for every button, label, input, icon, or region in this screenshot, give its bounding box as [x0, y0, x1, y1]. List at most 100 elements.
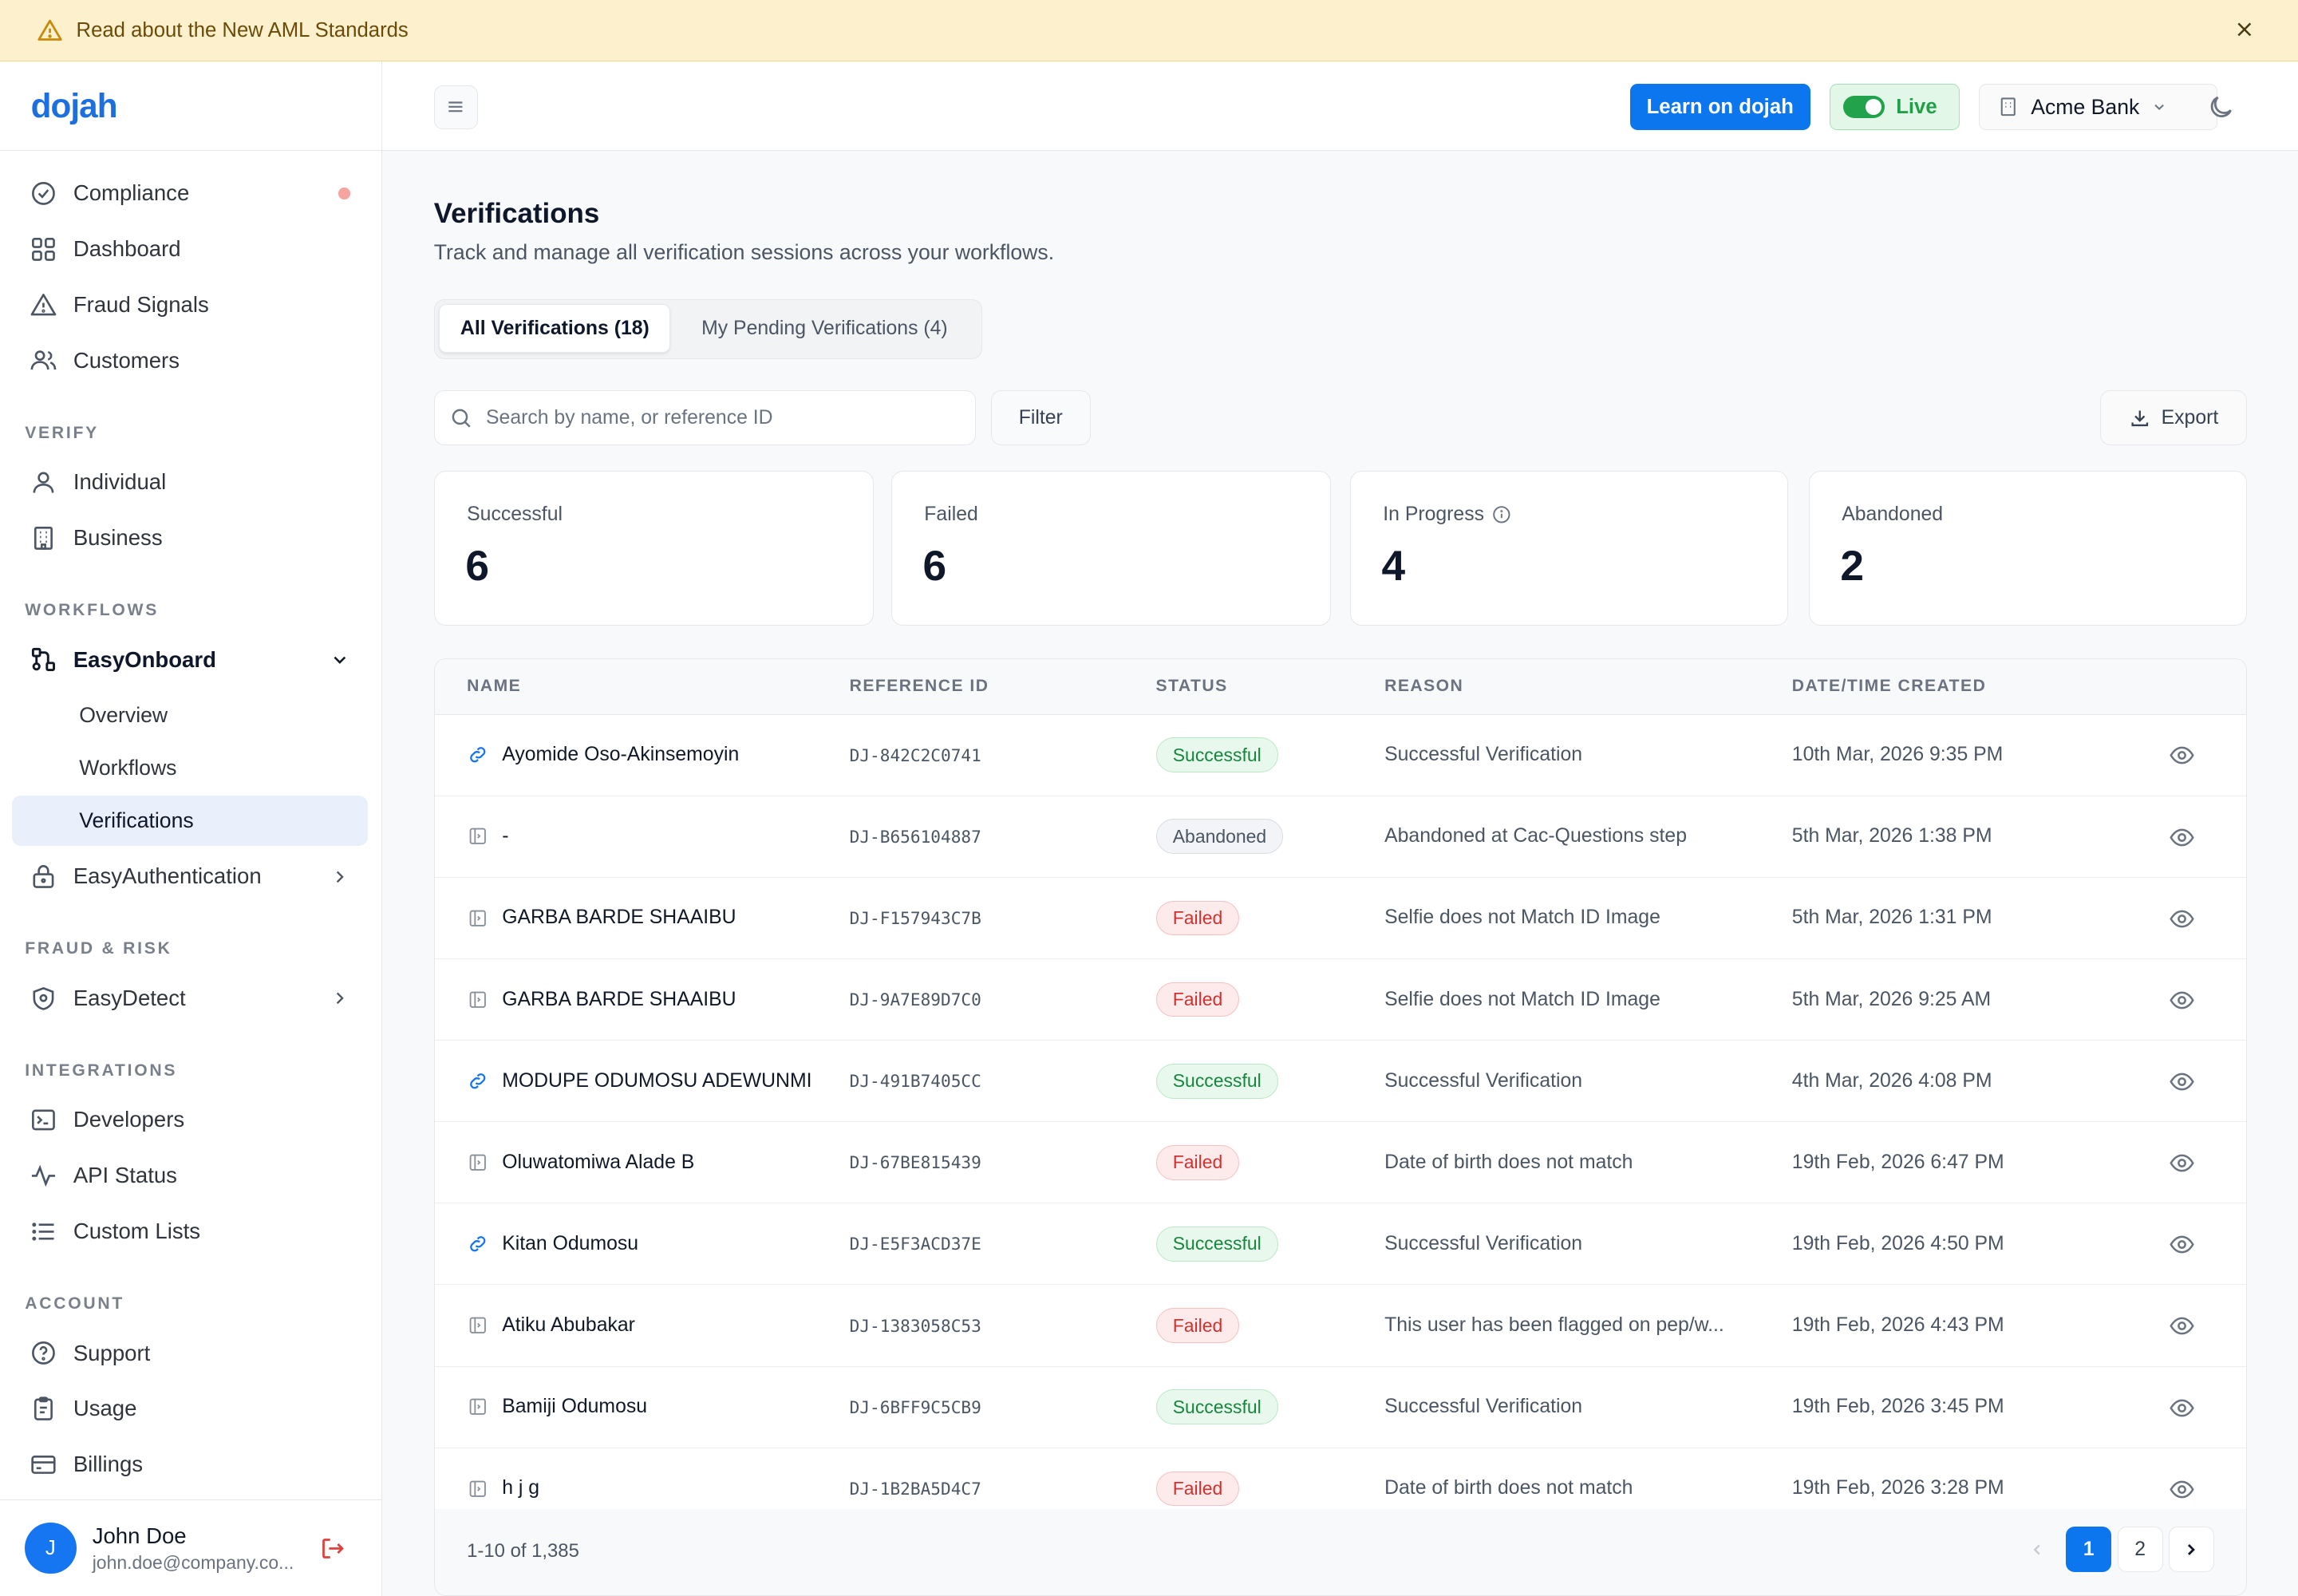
tab-all-verifications[interactable]: All Verifications (18) — [439, 304, 671, 353]
sidebar-item-usage[interactable]: Usage — [12, 1384, 368, 1433]
notification-dot — [338, 188, 351, 200]
row-reference-id: DJ-F157943C7B — [849, 907, 981, 928]
table-row[interactable]: GARBA BARDE SHAAIBU DJ-F157943C7B Failed Se… — [434, 878, 2247, 959]
row-reference-id: DJ-491B7405CC — [849, 1071, 981, 1092]
view-icon[interactable] — [2169, 1231, 2195, 1258]
sidebar-subitem-verifications[interactable]: Verifications — [11, 796, 369, 846]
export-button[interactable]: Export — [2100, 389, 2248, 446]
table-row[interactable]: - DJ-B656104887 Abandoned Abandoned at Cac-… — [434, 796, 2247, 878]
page-title: Verifications — [433, 197, 600, 229]
table-row[interactable]: Kitan Odumosu DJ-E5F3ACD37E Successful Succ… — [434, 1203, 2247, 1286]
row-date: 19th Feb, 2026 3:45 PM — [1791, 1396, 2004, 1418]
view-icon[interactable] — [2169, 906, 2195, 932]
top-bar: Learn on dojah Live Acme Bank — [382, 61, 2298, 152]
status-badge: Failed — [1155, 1308, 1240, 1343]
view-icon[interactable] — [2169, 1313, 2195, 1339]
row-date: 19th Feb, 2026 4:43 PM — [1791, 1314, 2004, 1337]
row-name-cell: Bamiji Odumosu — [467, 1367, 647, 1448]
terminal-icon — [31, 1109, 55, 1131]
row-name-cell: GARBA BARDE SHAAIBU — [467, 878, 736, 958]
view-icon[interactable] — [2169, 987, 2195, 1013]
status-badge: Successful — [1155, 737, 1278, 772]
table-row[interactable]: MODUPE ODUMOSU ADEWUNMI DJ-491B7405CC Succ… — [434, 1041, 2247, 1123]
stat-value: 6 — [922, 542, 947, 590]
table-row[interactable]: Bamiji Odumosu DJ-6BFF9C5CB9 Successful Suc… — [434, 1367, 2247, 1448]
table-row[interactable]: GARBA BARDE SHAAIBU DJ-9A7E89D7C0 Failed Se… — [434, 959, 2247, 1041]
pagination-page-2[interactable]: 2 — [2117, 1527, 2163, 1573]
logout-icon[interactable] — [319, 1535, 345, 1562]
organization-selector[interactable]: Acme Bank — [1978, 83, 2218, 131]
table-header: NAME REFERENCE ID STATUS REASON DATE/TIM… — [434, 658, 2247, 715]
row-reason: Selfie does not Match ID Image — [1384, 907, 1660, 929]
table-row[interactable]: Oluwatomiwa Alade B DJ-67BE815439 Failed Da… — [434, 1122, 2247, 1204]
view-icon[interactable] — [2169, 1476, 2195, 1503]
sidebar-item-support[interactable]: Support — [12, 1328, 368, 1377]
sidebar-item-business[interactable]: Business — [12, 513, 368, 563]
toggle-switch[interactable] — [1843, 96, 1885, 118]
view-icon[interactable] — [2169, 1150, 2195, 1176]
stat-value: 2 — [1840, 542, 1865, 590]
filter-button[interactable]: Filter — [990, 389, 1091, 446]
pagination-next-button[interactable] — [2168, 1527, 2214, 1573]
sidebar-item-developers[interactable]: Developers — [12, 1095, 368, 1144]
row-name-cell: Kitan Odumosu — [467, 1203, 638, 1284]
row-name: MODUPE ODUMOSU ADEWUNMI — [502, 1069, 812, 1092]
row-reason: Successful Verification — [1384, 1069, 1583, 1092]
sidebar: dojah Compliance Dashboard Fraud Signals… — [0, 61, 383, 1596]
tab-pending-verifications[interactable]: My Pending Verifications (4) — [672, 304, 977, 353]
link-icon — [470, 1236, 486, 1252]
stat-label: Successful — [467, 504, 563, 526]
sidebar-item-compliance[interactable]: Compliance — [12, 168, 368, 218]
status-badge: Successful — [1155, 1389, 1278, 1425]
stat-label: In Progress — [1383, 504, 1512, 526]
close-icon[interactable] — [2234, 19, 2255, 40]
pagination-prev-button[interactable] — [2015, 1527, 2060, 1572]
sidebar-item-customers[interactable]: Customers — [12, 336, 368, 385]
live-mode-toggle[interactable]: Live — [1829, 83, 1960, 131]
sidebar-item-fraud-signals[interactable]: Fraud Signals — [12, 280, 368, 330]
sidebar-item-custom-lists[interactable]: Custom Lists — [12, 1207, 368, 1256]
chevron-right-icon — [337, 992, 345, 1005]
sidebar-item-label: Dashboard — [73, 236, 181, 262]
pagination-page-1[interactable]: 1 — [2066, 1527, 2112, 1573]
row-reference-id: DJ-67BE815439 — [849, 1152, 981, 1173]
row-date: 19th Feb, 2026 4:50 PM — [1791, 1232, 2004, 1254]
table-footer: 1-10 of 1,385 1 2 — [434, 1509, 2247, 1596]
view-icon[interactable] — [2169, 742, 2195, 768]
sidebar-item-billings[interactable]: Billings — [12, 1440, 368, 1489]
building-icon — [2000, 97, 2016, 117]
search-input[interactable]: Search by name, or reference ID — [433, 389, 977, 446]
moon-icon[interactable] — [2206, 93, 2236, 122]
sidebar-item-label: Individual — [73, 469, 167, 495]
row-name: Kitan Odumosu — [502, 1232, 639, 1254]
sidebar-item-easyonboard[interactable]: EasyOnboard — [12, 634, 368, 684]
user-profile[interactable]: J John Doe john.doe@company.co... — [0, 1499, 381, 1596]
row-reference-id: DJ-9A7E89D7C0 — [849, 990, 981, 1010]
row-date: 5th Mar, 2026 1:38 PM — [1791, 825, 1992, 847]
sidebar-item-easyauthentication[interactable]: EasyAuthentication — [12, 851, 368, 901]
logo[interactable]: dojah — [31, 87, 118, 125]
learn-on-dojah-button[interactable]: Learn on dojah — [1629, 83, 1810, 131]
form-icon — [469, 1317, 487, 1334]
grid-icon — [31, 237, 55, 261]
row-reference-id: DJ-E5F3ACD37E — [849, 1234, 981, 1254]
warning-triangle-icon — [38, 19, 62, 41]
sidebar-item-easydetect[interactable]: EasyDetect — [12, 974, 368, 1023]
view-icon[interactable] — [2169, 1069, 2195, 1095]
sidebar-item-api-status[interactable]: API Status — [12, 1151, 368, 1200]
sidebar-item-label: Workflows — [79, 756, 177, 780]
section-label-verify: VERIFY — [25, 423, 99, 442]
sidebar-subitem-overview[interactable]: Overview — [12, 690, 368, 740]
sidebar-item-dashboard[interactable]: Dashboard — [12, 224, 368, 274]
view-icon[interactable] — [2169, 1395, 2195, 1421]
banner-text[interactable]: Read about the New AML Standards — [77, 19, 409, 42]
menu-toggle-button[interactable] — [433, 85, 478, 129]
table-row[interactable]: Atiku Abubakar DJ-1383058C53 Failed This us… — [434, 1286, 2247, 1367]
info-icon[interactable] — [1491, 504, 1512, 525]
view-icon[interactable] — [2169, 824, 2195, 851]
section-label-fraud: FRAUD & RISK — [25, 939, 172, 958]
sidebar-subitem-workflows[interactable]: Workflows — [12, 743, 368, 792]
column-header-date: DATE/TIME CREATED — [1791, 676, 1987, 695]
sidebar-item-individual[interactable]: Individual — [12, 457, 368, 507]
table-row[interactable]: Ayomide Oso-Akinsemoyin DJ-842C2C0741 Succ… — [434, 715, 2247, 796]
